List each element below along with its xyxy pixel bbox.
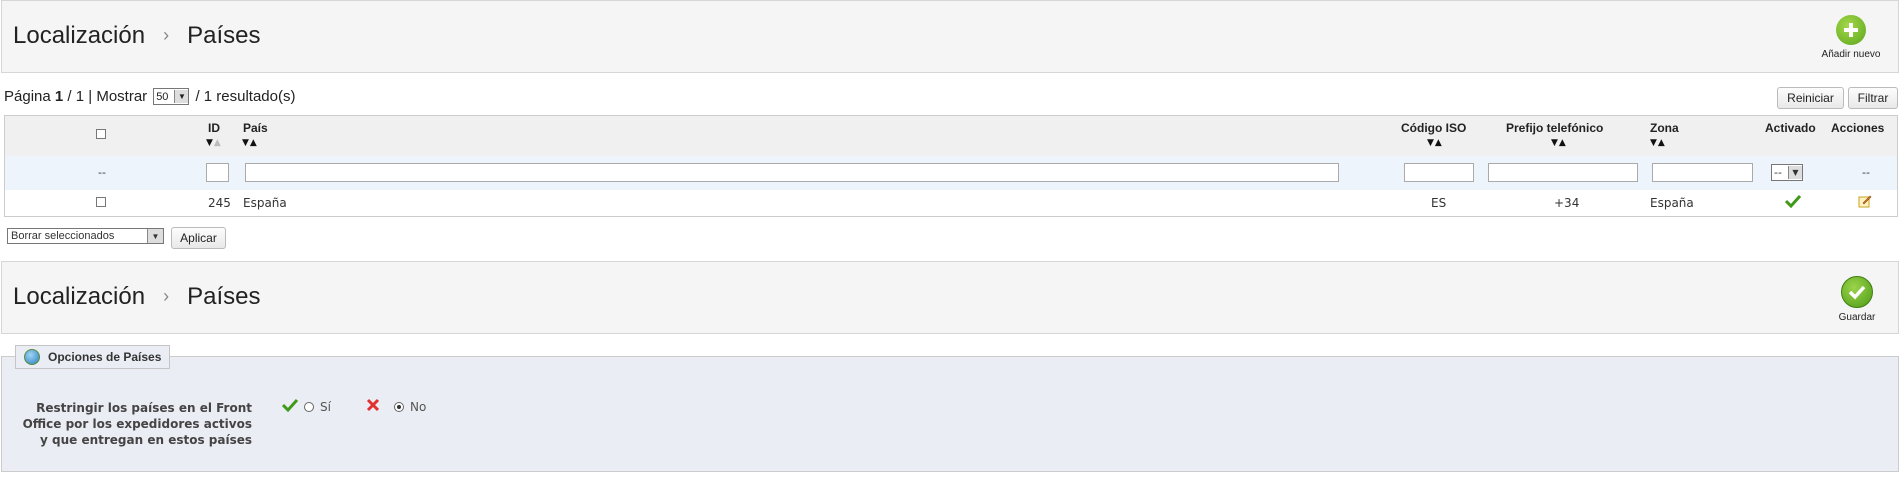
filter-id-input[interactable] [206, 163, 229, 182]
pagination: Página 1 / 1 | Mostrar 50 ▼ / 1 resultado… [4, 88, 295, 105]
filter-prefix-input[interactable] [1488, 163, 1638, 182]
yes-radio[interactable] [304, 401, 314, 412]
options-legend-label: Opciones de Países [48, 350, 162, 364]
sort-asc-icon[interactable]: ▲ [214, 138, 222, 148]
cell-id: 245 [208, 196, 231, 210]
sort-country[interactable]: ▼▲ [242, 138, 258, 148]
bulk-action-value: Borrar seleccionados [11, 230, 115, 242]
chevron-down-icon: ▼ [147, 229, 163, 243]
save-button[interactable]: Guardar [1832, 276, 1882, 323]
add-new-button[interactable]: Añadir nuevo [1816, 15, 1886, 60]
header-active: Activado [1765, 121, 1816, 135]
chevron-down-icon: ▼ [1787, 166, 1802, 179]
table-row[interactable]: 245 España ES +34 España [5, 190, 1897, 216]
filter-button[interactable]: Filtrar [1848, 87, 1898, 109]
reset-button[interactable]: Reiniciar [1777, 87, 1844, 109]
sort-asc-icon[interactable]: ▲ [1559, 138, 1567, 148]
chevron-down-icon: ▼ [174, 90, 189, 103]
per-page-select[interactable]: 50 ▼ [153, 88, 190, 105]
active-check-icon[interactable] [1784, 194, 1802, 211]
no-label: No [410, 399, 427, 414]
bulk-action-select[interactable]: Borrar seleccionados ▼ [7, 228, 164, 244]
page-total: / 1 [67, 88, 85, 105]
current-page: 1 [54, 88, 64, 105]
page-title: Países [187, 283, 261, 310]
sort-desc-icon[interactable]: ▼ [206, 138, 214, 148]
header-actions: Acciones [1831, 121, 1885, 135]
per-page-value: 50 [156, 90, 169, 103]
breadcrumb-separator: › [163, 25, 170, 45]
header-country: País [243, 121, 268, 135]
sort-desc-icon[interactable]: ▼ [1551, 138, 1559, 148]
breadcrumb: Localización › Países [13, 283, 260, 311]
results-count: / 1 resultado(s) [195, 88, 296, 105]
add-icon [1836, 15, 1866, 45]
sort-asc-icon[interactable]: ▲ [250, 138, 258, 148]
filter-active-select[interactable]: -- ▼ [1771, 164, 1803, 181]
table-header: ID ▼▲ País ▼▲ Código ISO ▼▲ Prefijo tele… [5, 116, 1897, 157]
header-id: ID [208, 121, 220, 135]
cell-prefix: +34 [1554, 196, 1580, 210]
bottom-toolbar: Localización › Países Guardar [1, 261, 1899, 334]
filter-active-value: -- [1774, 166, 1782, 179]
apply-button[interactable]: Aplicar [171, 227, 226, 249]
row-checkbox[interactable] [96, 197, 106, 207]
sort-prefix[interactable]: ▼▲ [1551, 138, 1567, 148]
header-prefix: Prefijo telefónico [1506, 121, 1604, 135]
no-cross-icon [366, 398, 380, 415]
option-yes[interactable]: Sí [281, 398, 331, 415]
breadcrumb-parent[interactable]: Localización [13, 283, 145, 310]
sort-iso[interactable]: ▼▲ [1427, 138, 1443, 148]
yes-label: Sí [320, 399, 331, 414]
top-toolbar: Localización › Países Añadir nuevo [1, 0, 1899, 73]
page-title: Países [187, 22, 261, 49]
pagination-bar: | [88, 88, 93, 105]
sort-id[interactable]: ▼▲ [206, 138, 222, 148]
show-word: Mostrar [96, 88, 148, 105]
restrict-countries-label: Restringir los países en el Front Office… [22, 401, 252, 447]
sort-desc-icon[interactable]: ▼ [1650, 138, 1658, 148]
yes-check-icon [281, 398, 299, 415]
header-iso: Código ISO [1401, 121, 1467, 135]
filter-iso-input[interactable] [1404, 163, 1474, 182]
sort-desc-icon[interactable]: ▼ [1427, 138, 1435, 148]
cell-country: España [243, 196, 287, 210]
save-label: Guardar [1838, 312, 1876, 323]
filter-row: -- -- ▼ -- [5, 156, 1897, 191]
sort-asc-icon[interactable]: ▲ [1658, 138, 1666, 148]
no-radio[interactable] [394, 401, 404, 412]
add-new-label: Añadir nuevo [1821, 49, 1881, 60]
filter-country-input[interactable] [245, 163, 1339, 182]
breadcrumb: Localización › Países [13, 22, 260, 50]
globe-icon [24, 349, 40, 365]
cell-iso: ES [1431, 196, 1447, 210]
filter-checkbox-dash: -- [98, 166, 106, 179]
select-all-checkbox[interactable] [96, 129, 106, 139]
page-word: Página [4, 88, 51, 105]
breadcrumb-separator: › [163, 286, 170, 306]
filter-actions-dash: -- [1862, 166, 1870, 179]
countries-table: ID ▼▲ País ▼▲ Código ISO ▼▲ Prefijo tele… [4, 115, 1898, 217]
cell-zone: España [1650, 196, 1694, 210]
sort-asc-icon[interactable]: ▲ [1435, 138, 1443, 148]
breadcrumb-parent[interactable]: Localización [13, 22, 145, 49]
options-legend: Opciones de Países [15, 345, 171, 369]
save-check-icon [1841, 276, 1873, 308]
sort-desc-icon[interactable]: ▼ [242, 138, 250, 148]
header-zone: Zona [1650, 121, 1679, 135]
edit-icon[interactable] [1858, 194, 1872, 211]
sort-zone[interactable]: ▼▲ [1650, 138, 1666, 148]
filter-zone-input[interactable] [1652, 163, 1753, 182]
option-no[interactable]: No [366, 398, 426, 415]
